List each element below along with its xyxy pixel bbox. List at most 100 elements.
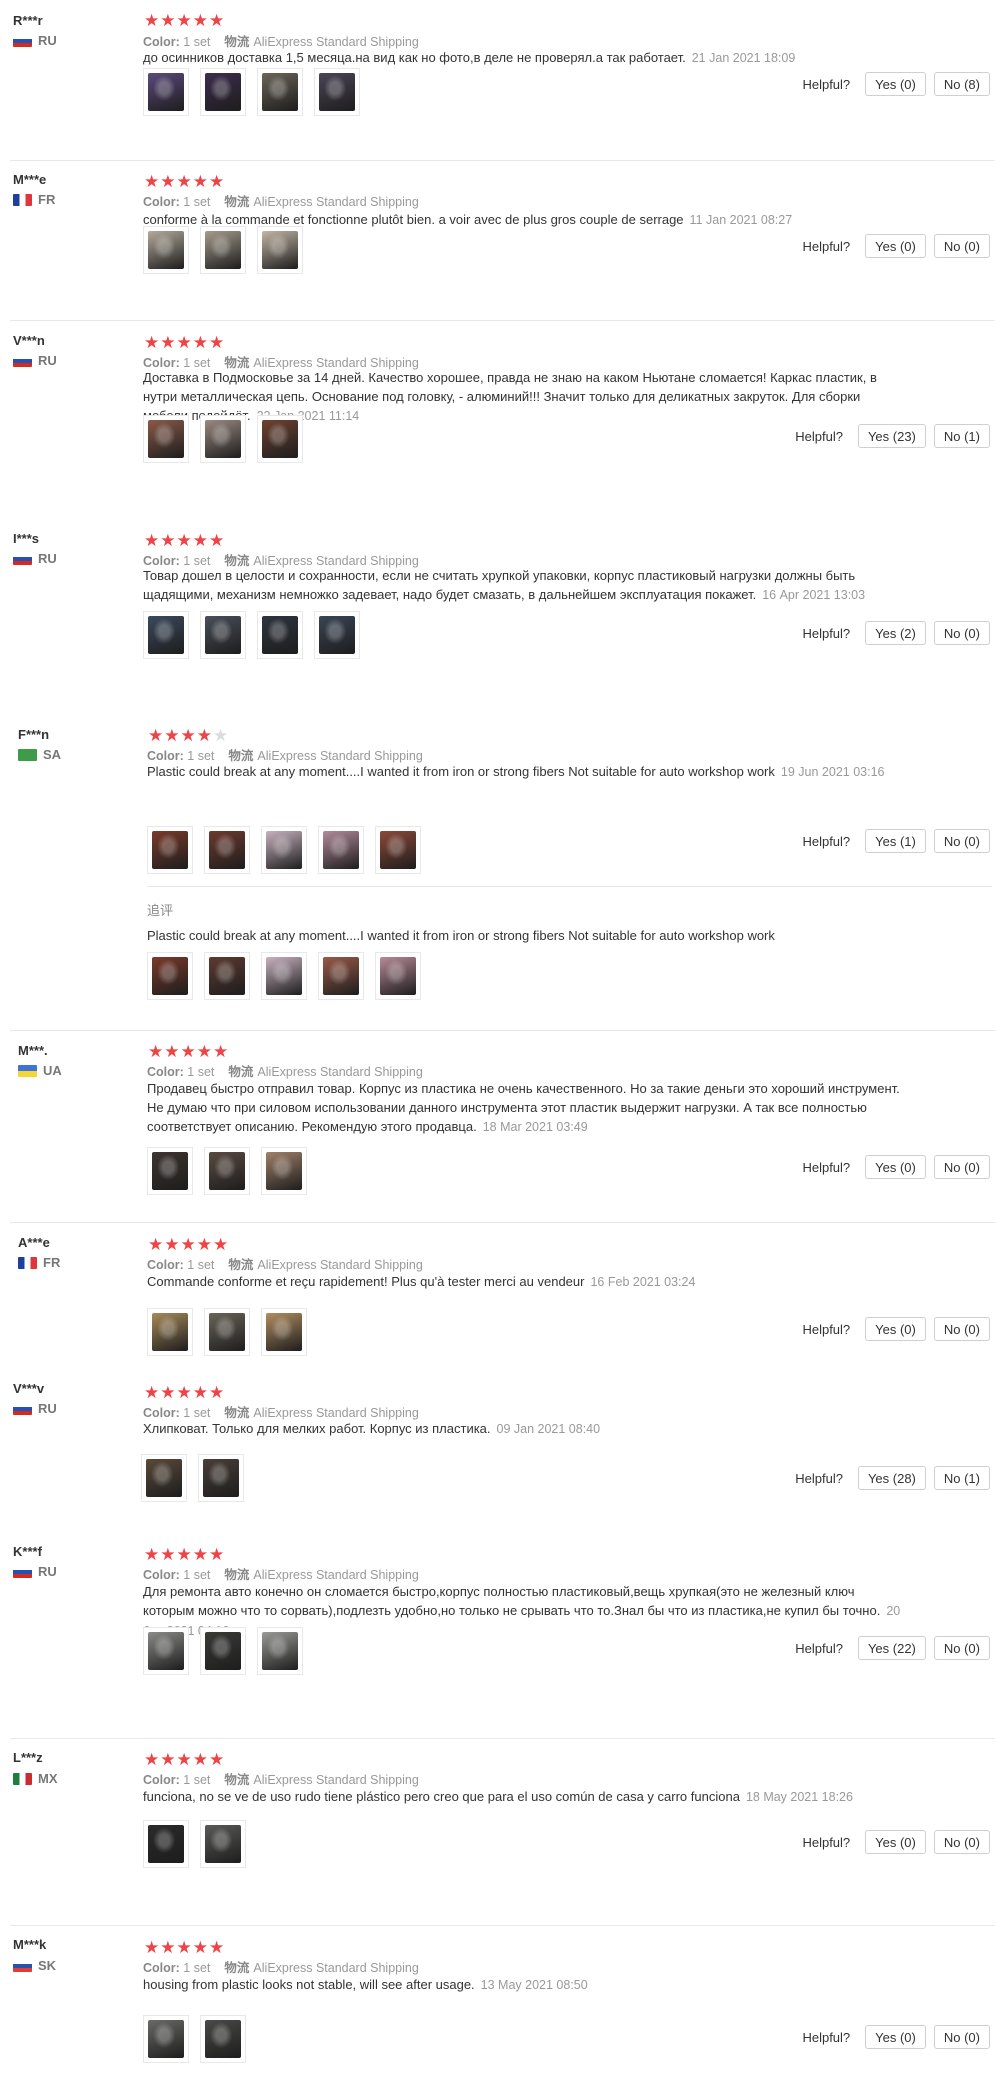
helpful-no-button[interactable]: No (0) (933, 1317, 990, 1341)
review-photo-thumbnail[interactable] (143, 415, 189, 463)
flag-icon (13, 1402, 32, 1415)
review-photo-thumbnail[interactable] (314, 611, 360, 659)
flag-icon (13, 552, 32, 565)
review-photo-thumbnail[interactable] (147, 1308, 193, 1356)
helpful-yes-button[interactable]: Yes (0) (865, 234, 926, 258)
reviewer-name: F***n (18, 727, 50, 742)
review-photo-thumbnail[interactable] (143, 226, 189, 274)
review-photo-thumbnail[interactable] (261, 952, 307, 1000)
star-icon: ★ (176, 11, 192, 30)
review-photo-thumbnail[interactable] (147, 952, 193, 1000)
reviewer-name: V***n (13, 333, 45, 348)
review-photo-thumbnail[interactable] (318, 826, 364, 874)
helpful-yes-button[interactable]: Yes (28) (857, 1466, 926, 1490)
helpful-no-button[interactable]: No (1) (933, 1466, 990, 1490)
review-photos (141, 1454, 255, 1502)
helpful-no-button[interactable]: No (8) (933, 72, 990, 96)
review-photo-thumbnail[interactable] (257, 68, 303, 116)
review-photo-thumbnail[interactable] (204, 952, 250, 1000)
photo-image (152, 831, 188, 869)
review-date: 11 Jan 2021 08:27 (689, 213, 793, 227)
review-body: Для ремонта авто конечно он сломается бы… (143, 1584, 881, 1618)
review-photo-thumbnail[interactable] (257, 226, 303, 274)
reviewer-country: UA (18, 1063, 62, 1078)
photo-image (209, 1313, 245, 1351)
helpful-label: Helpful? (795, 1640, 843, 1656)
reviewer-country: SA (18, 747, 61, 762)
review-photo-thumbnail[interactable] (200, 611, 246, 659)
review-photo-thumbnail[interactable] (200, 2015, 246, 2063)
helpful-yes-button[interactable]: Yes (0) (865, 72, 926, 96)
review-photo-thumbnail[interactable] (204, 1308, 250, 1356)
review-photo-thumbnail[interactable] (261, 826, 307, 874)
star-icon: ★ (192, 1938, 208, 1957)
review-photo-thumbnail[interactable] (261, 1308, 307, 1356)
helpful-no-button[interactable]: No (0) (933, 621, 990, 645)
country-code: RU (38, 1564, 57, 1579)
helpful-yes-button[interactable]: Yes (0) (865, 1317, 926, 1341)
review-date: 21 Jan 2021 18:09 (691, 51, 796, 65)
flag-icon (13, 354, 32, 367)
helpful-vote: Helpful? Yes (0) No (0) (802, 234, 990, 258)
star-icon: ★ (148, 726, 164, 745)
helpful-no-button[interactable]: No (1) (933, 424, 990, 448)
helpful-no-button[interactable]: No (0) (933, 829, 990, 853)
review-photo-thumbnail[interactable] (204, 1147, 250, 1195)
review-photo-thumbnail[interactable] (200, 68, 246, 116)
review-photo-thumbnail[interactable] (318, 952, 364, 1000)
review-photo-thumbnail[interactable] (200, 415, 246, 463)
shipping-method: AliExpress Standard Shipping (253, 1406, 419, 1420)
helpful-vote: Helpful? Yes (22) No (0) (795, 1636, 990, 1660)
followup-text: Plastic could break at any moment....I w… (147, 928, 775, 943)
review-photo-thumbnail[interactable] (200, 1627, 246, 1675)
helpful-no-button[interactable]: No (0) (933, 1155, 990, 1179)
helpful-yes-button[interactable]: Yes (22) (857, 1636, 926, 1660)
review-photo-thumbnail[interactable] (200, 1820, 246, 1868)
photo-image (262, 231, 298, 269)
review-photo-thumbnail[interactable] (257, 415, 303, 463)
helpful-yes-button[interactable]: Yes (0) (865, 1830, 926, 1854)
helpful-yes-button[interactable]: Yes (0) (865, 1155, 926, 1179)
review-photo-thumbnail[interactable] (143, 1627, 189, 1675)
review-photo-thumbnail[interactable] (147, 1147, 193, 1195)
helpful-yes-button[interactable]: Yes (2) (865, 621, 926, 645)
review-photo-thumbnail[interactable] (200, 226, 246, 274)
review-photo-thumbnail[interactable] (257, 1627, 303, 1675)
review-photo-thumbnail[interactable] (204, 826, 250, 874)
review-photo-thumbnail[interactable] (147, 826, 193, 874)
review-photo-thumbnail[interactable] (261, 1147, 307, 1195)
review-photo-thumbnail[interactable] (143, 2015, 189, 2063)
reviewer-country: FR (18, 1255, 60, 1270)
review-photo-thumbnail[interactable] (143, 1820, 189, 1868)
helpful-no-button[interactable]: No (0) (933, 2025, 990, 2049)
photo-image (266, 1152, 302, 1190)
helpful-no-button[interactable]: No (0) (933, 1636, 990, 1660)
review-body: Хлипковат. Только для мелких работ. Корп… (143, 1421, 491, 1436)
review-photo-thumbnail[interactable] (143, 68, 189, 116)
color-value: 1 set (187, 749, 215, 763)
review-photo-thumbnail[interactable] (143, 611, 189, 659)
shipping-method: AliExpress Standard Shipping (257, 1258, 423, 1272)
photo-image (266, 1313, 302, 1351)
helpful-yes-button[interactable]: Yes (1) (865, 829, 926, 853)
review-text: Хлипковат. Только для мелких работ. Корп… (143, 1419, 903, 1439)
review-photo-thumbnail[interactable] (257, 611, 303, 659)
star-icon: ★ (164, 1235, 180, 1254)
review-photo-thumbnail[interactable] (314, 68, 360, 116)
review-photo-thumbnail[interactable] (198, 1454, 244, 1502)
review-photo-thumbnail[interactable] (141, 1454, 187, 1502)
color-label: Color: (143, 1773, 180, 1787)
photo-image (148, 1632, 184, 1670)
review-photo-thumbnail[interactable] (375, 826, 421, 874)
order-info: Color: 1 set 物流 AliExpress Standard Shippi… (143, 1957, 419, 1976)
helpful-vote: Helpful? Yes (0) No (0) (802, 1830, 990, 1854)
helpful-yes-button[interactable]: Yes (23) (857, 424, 926, 448)
color-label: Color: (147, 1258, 184, 1272)
helpful-no-button[interactable]: No (0) (933, 1830, 990, 1854)
helpful-yes-button[interactable]: Yes (0) (865, 2025, 926, 2049)
review-photos (143, 415, 314, 463)
review-photo-thumbnail[interactable] (375, 952, 421, 1000)
star-icon: ★ (160, 1383, 176, 1402)
reviewer-name: K***f (13, 1544, 42, 1559)
helpful-no-button[interactable]: No (0) (933, 234, 990, 258)
